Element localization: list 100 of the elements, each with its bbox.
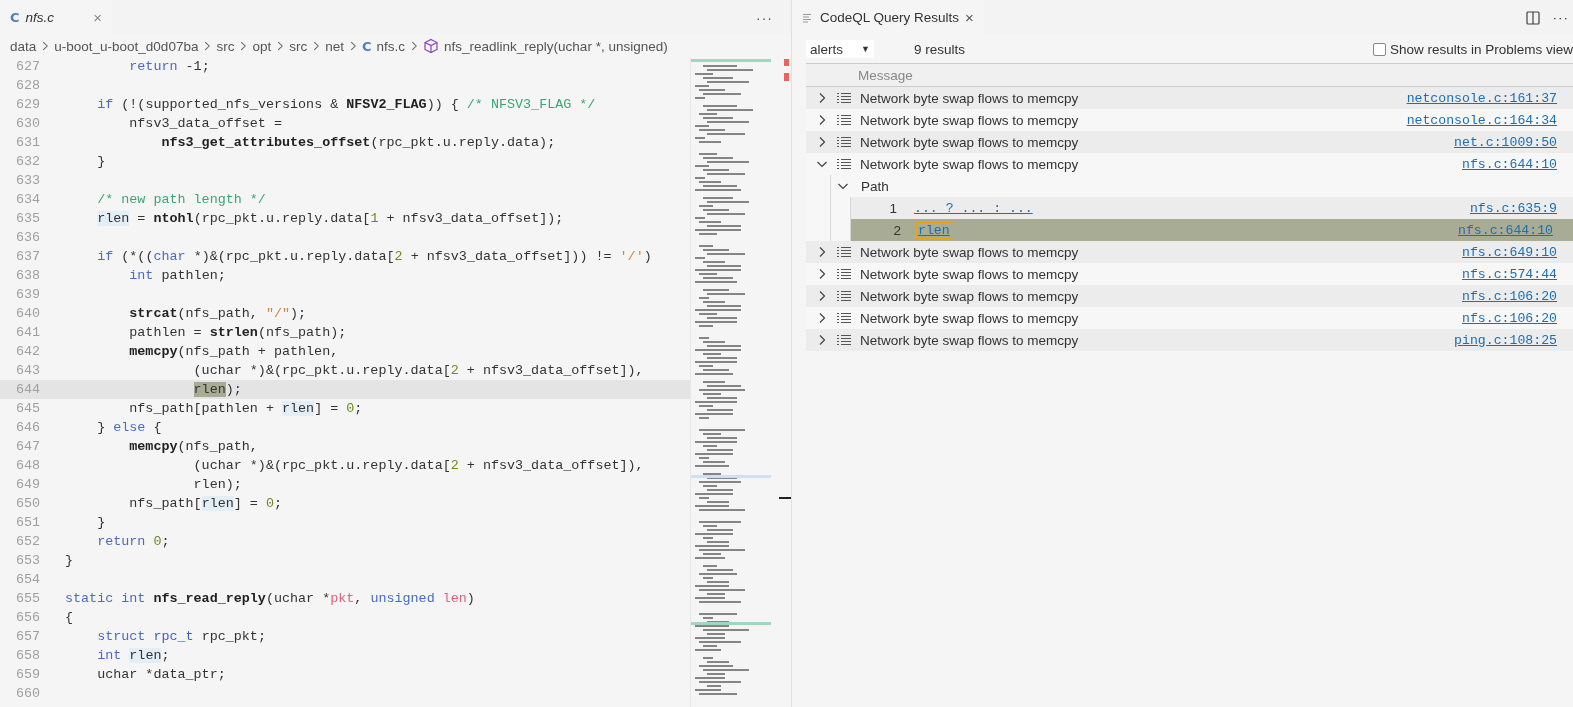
line-number: 631: [14, 134, 41, 152]
code-line: return 0;: [96, 533, 170, 551]
line-number: 649: [14, 476, 41, 494]
line-number: 657: [14, 628, 41, 646]
result-message[interactable]: Network byte swap flows to memcpy: [860, 112, 1407, 128]
minimap-drawing[interactable]: [691, 59, 771, 695]
line-number: 640: [14, 305, 41, 323]
result-message[interactable]: Network byte swap flows to memcpy: [860, 266, 1463, 282]
step-number: 2: [892, 222, 901, 238]
result-message[interactable]: Network byte swap flows to memcpy: [860, 134, 1455, 150]
list-icon: [836, 113, 852, 127]
breadcrumb-item[interactable]: net: [325, 38, 344, 54]
code-line: rlen);: [192, 381, 242, 399]
line-number: 646: [14, 419, 41, 437]
result-message[interactable]: Network byte swap flows to memcpy: [860, 288, 1463, 304]
code-line: struct rpc_t rpc_pkt;: [96, 628, 266, 646]
path-step-row[interactable]: 1 ... ? ... : ... nfs.c:635:9: [851, 197, 1573, 219]
code-line: }: [96, 153, 106, 171]
list-icon: [836, 267, 852, 281]
line-number: 648: [14, 457, 41, 475]
line-number: 634: [14, 191, 41, 209]
path-label[interactable]: Path: [861, 178, 1573, 194]
location-link[interactable]: net.c:1009:50: [1454, 134, 1557, 150]
result-message[interactable]: Network byte swap flows to memcpy: [860, 310, 1463, 326]
line-number: 636: [14, 229, 41, 247]
code-line: /* new path length */: [96, 191, 266, 209]
code-line: (uchar *)&(rpc_pkt.u.reply.data[2 + nfsv3_data_offset]),: [192, 362, 644, 380]
breadcrumb-item[interactable]: opt: [252, 38, 272, 54]
line-number: 627: [14, 58, 41, 76]
code-line: }: [96, 514, 106, 532]
list-icon: [836, 333, 852, 347]
line-number: 639: [14, 286, 41, 304]
c-file-icon: C: [362, 38, 372, 54]
line-number: 655: [14, 590, 41, 608]
location-link[interactable]: nfs.c:635:9: [1469, 200, 1557, 216]
result-message[interactable]: Network byte swap flows to memcpy: [860, 90, 1407, 106]
location-link[interactable]: nfs.c:106:20: [1462, 288, 1557, 304]
line-number: 629: [14, 96, 41, 114]
list-icon: [836, 91, 852, 105]
list-icon: [836, 289, 852, 303]
breadcrumb-item[interactable]: nfs.c: [376, 38, 406, 54]
location-link[interactable]: nfs.c:649:10: [1462, 244, 1557, 260]
code-line: int pathlen;: [128, 267, 226, 285]
split-editor-icon[interactable]: [1524, 9, 1541, 26]
c-file-icon: C: [10, 10, 20, 25]
line-number: 643: [14, 362, 41, 380]
location-link[interactable]: ping.c:108:25: [1454, 332, 1557, 348]
result-message[interactable]: Network byte swap flows to memcpy: [860, 156, 1463, 172]
location-link[interactable]: netconsole.c:161:37: [1406, 90, 1557, 106]
line-number: 635: [14, 210, 41, 228]
code-line: nfsv3_data_offset =: [128, 115, 282, 133]
location-link[interactable]: netconsole.c:164:34: [1406, 112, 1557, 128]
line-number: 642: [14, 343, 41, 361]
result-message[interactable]: Network byte swap flows to memcpy: [860, 332, 1455, 348]
more-actions-button[interactable]: ···: [1552, 10, 1569, 25]
breadcrumb-item[interactable]: src: [289, 38, 308, 54]
list-icon: [836, 157, 852, 171]
line-number: 654: [14, 571, 41, 589]
code-line: } else {: [96, 419, 162, 437]
line-number: 630: [14, 115, 41, 133]
breadcrumb-item[interactable]: u-boot_u-boot_d0d07ba: [54, 38, 199, 54]
code-line: rlen);: [192, 476, 242, 494]
line-number: 659: [14, 666, 41, 684]
code-line: }: [65, 552, 74, 570]
close-icon[interactable]: ×: [965, 9, 974, 26]
breadcrumb-item[interactable]: nfs_readlink_reply(uchar *, unsigned): [444, 38, 668, 54]
breadcrumb-item[interactable]: data: [10, 38, 37, 54]
code-line: static int nfs_read_reply(uchar *pkt, unsigned len): [65, 590, 475, 608]
code-line: if (!(supported_nfs_versions & NFSV2_FLAG)) { /* NFSV3_FLAG */: [96, 96, 596, 114]
scrollbar-drawing[interactable]: [779, 59, 791, 499]
result-count: 9 results: [914, 41, 966, 57]
list-icon: [836, 135, 852, 149]
result-message[interactable]: Network byte swap flows to memcpy: [860, 244, 1463, 260]
line-number: 644: [14, 381, 41, 399]
lines-icon: [802, 11, 814, 24]
line-number: 653: [14, 552, 41, 570]
code-line: pathlen = strlen(nfs_path);: [128, 324, 347, 342]
code-line: {: [65, 609, 74, 627]
checkbox[interactable]: [1372, 42, 1386, 56]
location-link[interactable]: nfs.c:106:20: [1462, 310, 1557, 326]
code-line: rlen = ntohl(rpc_pkt.u.reply.data[1 + nfsv3_data_offset]);: [96, 210, 564, 228]
more-actions-button[interactable]: ···: [756, 9, 773, 26]
result-set-dropdown[interactable]: alerts ▼: [806, 40, 874, 58]
breadcrumb-item[interactable]: src: [216, 38, 235, 54]
code-line: memcpy(nfs_path + pathlen,: [128, 343, 339, 361]
line-number: 652: [14, 533, 41, 551]
code-line: strcat(nfs_path, "/");: [128, 305, 307, 323]
location-link[interactable]: nfs.c:574:44: [1462, 266, 1557, 282]
line-number: 650: [14, 495, 41, 513]
line-number: 647: [14, 438, 41, 456]
code-line: nfs3_get_attributes_offset(rpc_pkt.u.reply.data);: [160, 134, 556, 152]
step-number: 1: [888, 200, 897, 216]
location-link[interactable]: nfs.c:644:10: [1462, 156, 1557, 172]
step-link[interactable]: ... ? ... : ...: [913, 200, 1034, 216]
code-line: if (*((char *)&(rpc_pkt.u.reply.data[2 + nfsv3_data_offset])) != '/'): [96, 248, 652, 266]
line-number: 658: [14, 647, 41, 665]
code-line: (uchar *)&(rpc_pkt.u.reply.data[2 + nfsv3_data_offset]),: [192, 457, 644, 475]
checkbox-label[interactable]: Show results in Problems view: [1389, 41, 1573, 57]
code-line: nfs_path[pathlen + rlen] = 0;: [128, 400, 363, 418]
code-line: memcpy(nfs_path,: [128, 438, 258, 456]
